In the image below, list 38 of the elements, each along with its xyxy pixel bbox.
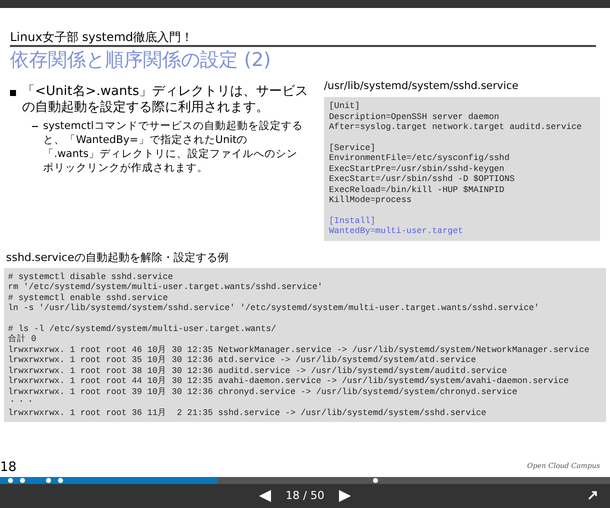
- progress-track[interactable]: [0, 477, 610, 484]
- code-line: [Install]: [329, 216, 376, 226]
- previous-icon[interactable]: [258, 489, 272, 503]
- code-line: [Unit]: [329, 101, 361, 112]
- code-line: WantedBy=multi-user.target: [329, 226, 464, 236]
- code-line: EnvironmentFile=/etc/sysconfig/sshd: [329, 153, 510, 164]
- sub-bullet-text: systemctlコマンドでサービスの自動起動を設定すると、「WantedBy=」で指定されたUnitの「.wants」ディレクトリに、設定ファイルへのシンボリックリンクが作成されます。: [43, 119, 303, 175]
- code-line: After=syslog.target network.target auditd.service: [329, 122, 583, 132]
- bullet-icon: [10, 90, 16, 96]
- code-line: # systemctl enable sshd.service: [8, 292, 169, 303]
- bullet-text: 「<Unit名>.wants」ディレクトリは、サービスの自動起動を設定する際に利用されます。: [22, 84, 310, 116]
- slide-header: Linux女子部 systemd徹底入門！: [10, 30, 596, 47]
- expand-icon[interactable]: [587, 490, 598, 501]
- code-line: lrwxrwxrwx. 1 root root 38 10月 30 12:36 auditd.service -> /usr/lib/systemd/system/auditd.service: [8, 366, 508, 376]
- next-icon[interactable]: [338, 489, 352, 503]
- page-number: 18: [0, 460, 17, 475]
- code-line: lrwxrwxrwx. 1 root root 46 10月 30 12:35 NetworkManager.service -> /usr/lib/systemd/system/NetworkManager.service: [8, 344, 590, 355]
- file-path: /usr/lib/systemd/system/sshd.service: [324, 80, 520, 93]
- code-line: ExecStart=/usr/sbin/sshd -D $OPTIONS: [329, 174, 516, 184]
- code-line: lrwxrwxrwx. 1 root root 39 10月 30 12:36 chronyd.service -> /usr/lib/systemd/system/chronyd.service: [8, 386, 518, 397]
- code-line: ExecStartPre=/usr/sbin/sshd-keygen: [329, 164, 506, 174]
- code-line: ・・・: [8, 397, 36, 408]
- code-line: # ls -l /etc/systemd/system/multi-user.target.wants/: [8, 324, 278, 334]
- code-line: Description=OpenSSH server daemon: [329, 112, 500, 122]
- code-line: ln -s '/usr/lib/systemd/system/sshd.service' '/etc/systemd/system/multi-user.target.wants/sshd.service': [8, 303, 540, 314]
- code-line: lrwxrwxrwx. 1 root root 35 10月 30 12:36 atd.service -> /usr/lib/systemd/system/atd.service: [8, 355, 477, 366]
- dash-icon: [32, 126, 38, 127]
- code-line: ExecReload=/bin/kill -HUP $MAINPID: [329, 184, 506, 195]
- code-line: # systemctl disable sshd.service: [8, 272, 174, 282]
- code-line: lrwxrwxrwx. 1 root root 36 11月 2 21:35 sshd.service -> /usr/lib/systemd/system/sshd.service: [8, 408, 488, 418]
- code-line: KillMode=process: [329, 195, 413, 206]
- example-title: sshd.serviceの自動起動を解除・設定する例: [6, 250, 230, 264]
- code-line: 合計 0: [8, 334, 38, 344]
- code-line: rm '/etc/systemd/system/multi-user.target.wants/sshd.service': [8, 282, 324, 292]
- slide-title: 依存関係と順序関係の設定 (2): [10, 48, 272, 72]
- code-line: [Service]: [329, 142, 376, 153]
- code-line: lrwxrwxrwx. 1 root root 44 10月 30 12:35 avahi-daemon.service -> /usr/lib/systemd/system/avahi-daemon.service: [8, 376, 570, 386]
- page-counter: 18 / 50: [286, 488, 324, 504]
